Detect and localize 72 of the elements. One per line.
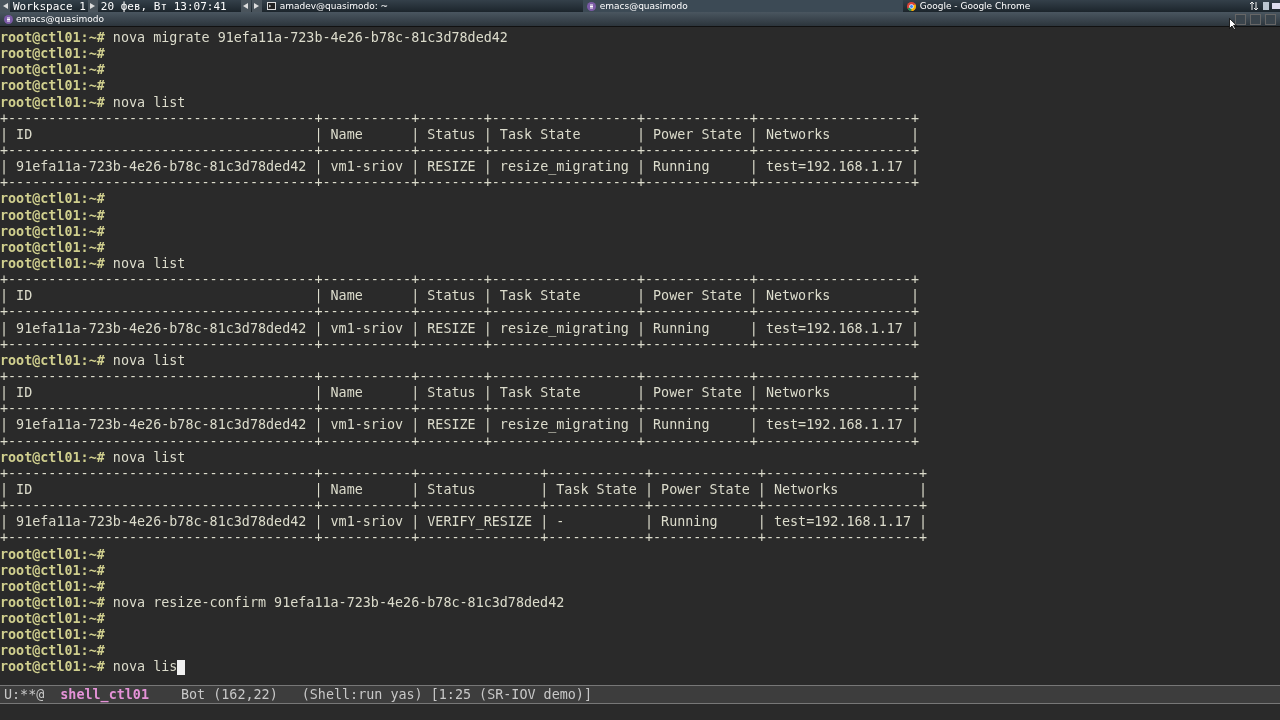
shell-prompt: root@ctl01:~#	[0, 239, 105, 256]
shell-prompt: root@ctl01:~#	[0, 627, 105, 644]
chrome-icon	[906, 1, 916, 11]
output-line: | 91efa11a-723b-4e26-b78c-81c3d78ded42 | vm1-sriov | RESIZE | resize_migrating | Running | test=192.168.1.17 |	[0, 320, 920, 337]
shell-prompt: root@ctl01:~#	[0, 78, 105, 95]
previous-task-button[interactable]	[240, 0, 251, 12]
output-line: +--------------------------------------+-----------+--------+------------------+-------------+-------------------+	[0, 336, 920, 353]
output-line: +--------------------------------------+-----------+--------+------------------+-------------+-------------------+	[0, 143, 920, 160]
output-line: | 91efa11a-723b-4e26-b78c-81c3d78ded42 | vm1-sriov | RESIZE | resize_migrating | Running | test=192.168.1.17 |	[0, 417, 920, 434]
shell-prompt: root@ctl01:~#	[0, 62, 105, 79]
window-title: emacs@quasimodo	[16, 14, 106, 24]
shell-prompt: root@ctl01:~#	[0, 207, 105, 224]
shell-prompt: root@ctl01:~#	[0, 255, 105, 273]
workspace-label: Workspace 1	[12, 0, 87, 13]
output-line: | 91efa11a-723b-4e26-b78c-81c3d78ded42 | vm1-sriov | VERIFY_RESIZE | - | Running | test=192.168.1.17 |	[0, 514, 928, 531]
command-text: nova list	[112, 94, 186, 111]
command-text: nova resize-confirm 91efa11a-723b-4e26-b78c-81c3d78ded42	[112, 594, 565, 612]
output-line: | ID | Name | Status | Task State | Power State | Networks |	[0, 288, 920, 305]
shell-prompt: root@ctl01:~#	[0, 46, 105, 63]
major-mode: (Shell:run yas) [1:25 (SR-IOV demo)]	[301, 687, 592, 702]
output-line: +--------------------------------------+-----------+--------+------------------+-------------+-------------------+	[0, 433, 920, 450]
next-workspace-button[interactable]	[87, 0, 98, 12]
left-triangle-icon	[243, 3, 249, 9]
shell-prompt: root@ctl01:~#	[0, 352, 105, 369]
shell-prompt: root@ctl01:~#	[0, 643, 105, 660]
buffer-status: U:**@	[4, 687, 45, 702]
emacs-icon	[586, 1, 596, 11]
output-line: +--------------------------------------+-----------+--------+------------------+-------------+-------------------+	[0, 401, 920, 418]
shell-prompt: root@ctl01:~#	[0, 562, 105, 579]
shell-prompt: root@ctl01:~#	[0, 94, 105, 111]
shell-prompt: root@ctl01:~#	[0, 659, 105, 676]
terminal-icon	[266, 2, 276, 10]
output-line: +--------------------------------------+-----------+---------------+------------+-------------+-------------------+	[0, 465, 928, 482]
taskbar-task[interactable]: amadev@quasimodo: ~	[262, 0, 583, 12]
buffer-position: Bot (162,22)	[181, 687, 278, 702]
shell-prompt: root@ctl01:~#	[0, 449, 105, 466]
output-line: | 91efa11a-723b-4e26-b78c-81c3d78ded42 | vm1-sriov | RESIZE | resize_migrating | Running | test=192.168.1.17 |	[0, 159, 920, 176]
shell-prompt: root@ctl01:~#	[0, 594, 105, 612]
output-line: | ID | Name | Status | Task State | Power State | Networks |	[0, 481, 928, 499]
output-line: +--------------------------------------+-----------+--------+------------------+-------------+-------------------+	[0, 175, 920, 192]
shell-prompt: root@ctl01:~#	[0, 223, 105, 240]
output-line: +--------------------------------------+-----------+---------------+------------+-------------+-------------------+	[0, 530, 928, 547]
mouse-pointer-icon	[1229, 18, 1237, 30]
text-cursor	[177, 660, 186, 676]
output-line: +--------------------------------------+-----------+--------+------------------+-------------+-------------------+	[0, 110, 920, 127]
output-line: +--------------------------------------+-----------+--------+------------------+-------------+-------------------+	[0, 368, 920, 386]
left-triangle-icon	[2, 3, 8, 9]
command-text: nova list	[112, 255, 186, 273]
clock: 20 фев, Вт 13:07:41	[99, 0, 228, 13]
shell-prompt: root@ctl01:~#	[0, 578, 105, 595]
network-icon[interactable]	[1249, 1, 1259, 11]
command-text: nova list	[112, 449, 186, 466]
output-line: +--------------------------------------+-----------+--------+------------------+-------------+-------------------+	[0, 272, 920, 289]
previous-workspace-button[interactable]	[0, 0, 10, 12]
command-text: nova list	[112, 352, 186, 369]
command-text: nova migrate 91efa11a-723b-4e26-b78c-81c3d78ded42	[112, 30, 508, 47]
right-triangle-icon	[90, 3, 96, 9]
emacs-icon	[4, 14, 13, 24]
right-triangle-icon	[254, 3, 260, 9]
output-line: | ID | Name | Status | Task State | Power State | Networks |	[0, 126, 920, 143]
next-task-button[interactable]	[251, 0, 262, 12]
command-text: nova lis	[112, 659, 178, 676]
shell-prompt: root@ctl01:~#	[0, 30, 105, 47]
shell-prompt: root@ctl01:~#	[0, 191, 105, 208]
shell-prompt: root@ctl01:~#	[0, 611, 105, 628]
output-line: | ID | Name | Status | Task State | Power State | Networks |	[0, 385, 920, 402]
output-line: +--------------------------------------+-----------+--------+------------------+-------------+-------------------+	[0, 304, 920, 321]
taskbar-task[interactable]: Google - Google Chrome	[902, 0, 1223, 12]
taskbar-task[interactable]: emacs@quasimodo	[582, 0, 903, 12]
shell-prompt: root@ctl01:~#	[0, 546, 105, 563]
buffer-name: shell_ctl01	[60, 687, 149, 702]
output-line: +--------------------------------------+-----------+---------------+------------+-------------+-------------------+	[0, 498, 928, 515]
